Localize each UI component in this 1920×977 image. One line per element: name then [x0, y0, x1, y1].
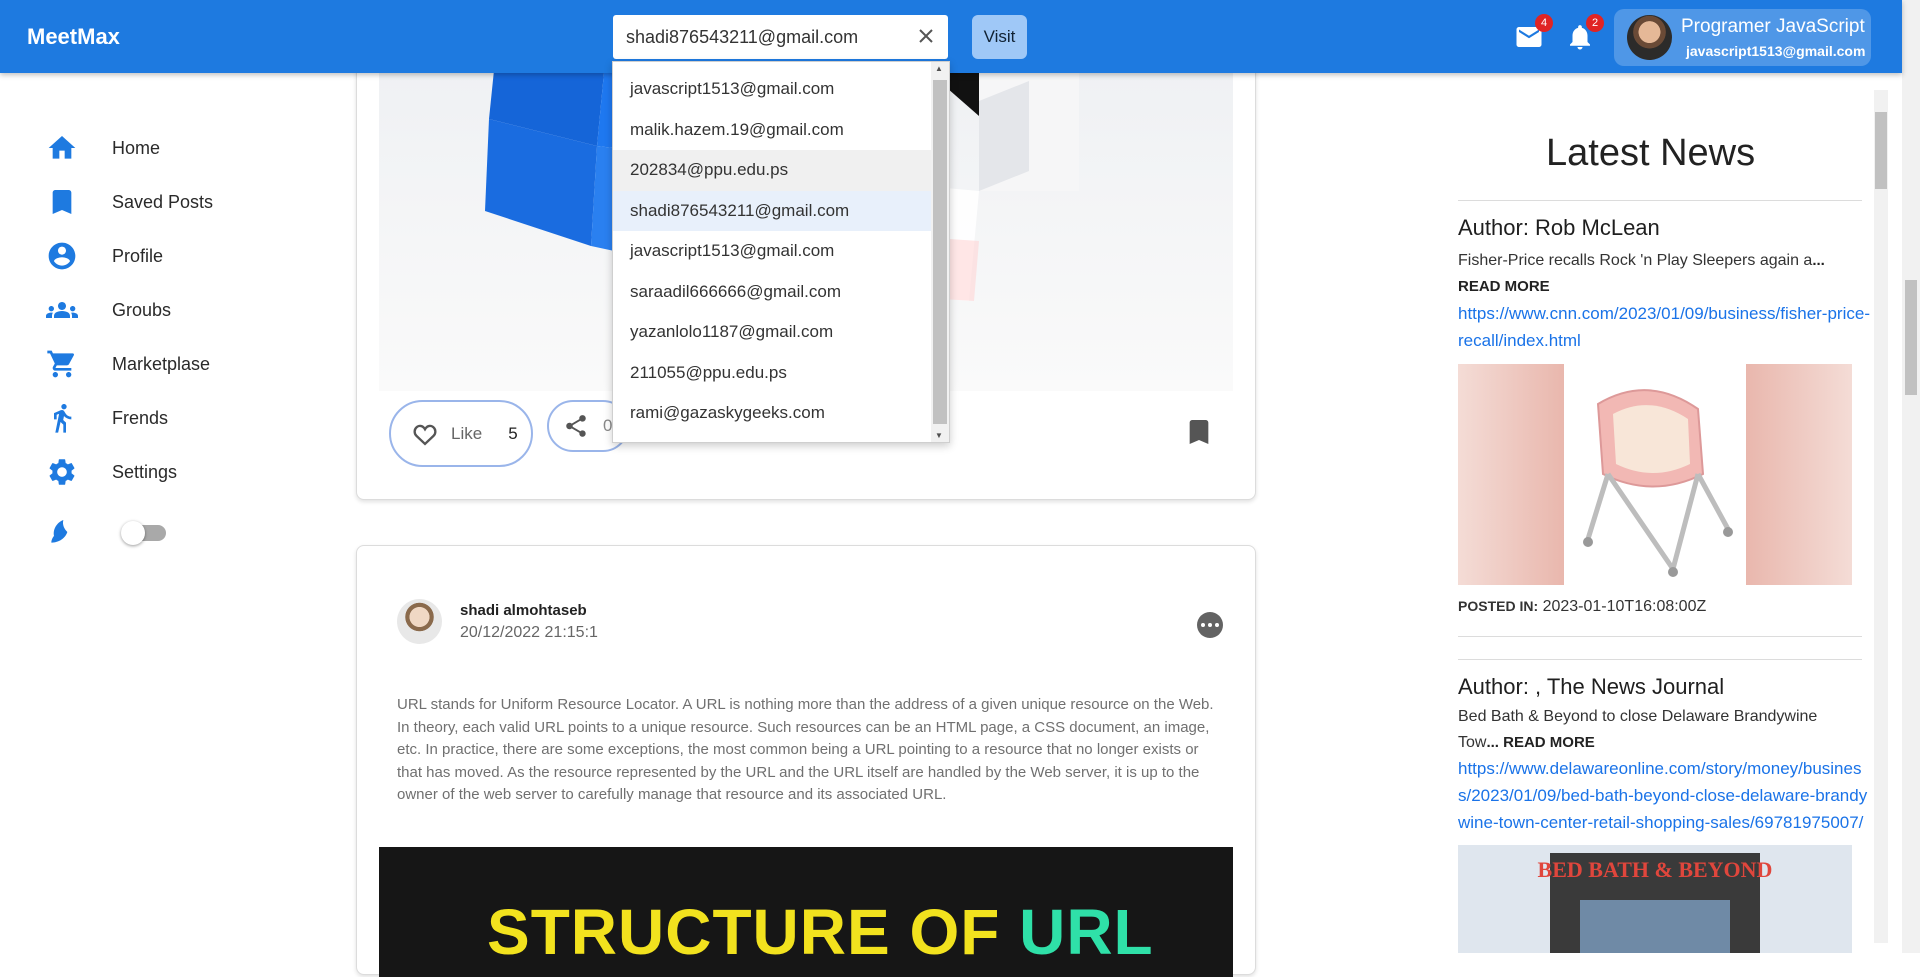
image-caption: STRUCTURE OF URL [487, 896, 1154, 968]
sidebar-item-home[interactable]: Home [46, 128, 306, 168]
notifications-button[interactable]: 2 [1565, 14, 1604, 52]
divider [1458, 659, 1862, 660]
account-circle-icon [48, 242, 76, 270]
sidebar-item-label: Home [112, 137, 161, 158]
svg-text:BED BATH & BEYOND: BED BATH & BEYOND [1538, 857, 1773, 882]
post-author[interactable]: shadi almohtaseb [460, 602, 587, 619]
news-description: Bed Bath & Beyond to close Delaware Bran… [1458, 708, 1818, 751]
share-icon [566, 415, 586, 437]
sleeper-image [1458, 364, 1852, 585]
search-input[interactable] [613, 26, 903, 48]
cart-icon [47, 350, 75, 378]
post-options-button[interactable] [1197, 612, 1223, 638]
visit-button[interactable]: Visit [972, 15, 1027, 59]
like-label: Like [451, 423, 483, 443]
sidebar-item-label: Marketplase [112, 353, 211, 374]
suggestion-item[interactable]: rami@gazaskygeeks.com [613, 393, 932, 434]
user-menu[interactable]: Programer JavaScript javascript1513@gmai… [1614, 9, 1871, 66]
suggestion-item[interactable]: saraadil666666@gmail.com [613, 272, 932, 313]
gear-icon [49, 459, 75, 485]
post-image: STRUCTURE OF URL [379, 847, 1233, 977]
news-link[interactable]: https://www.delawareonline.com/story/mon… [1458, 755, 1870, 836]
user-email: javascript1513@gmail.com [1686, 43, 1866, 59]
read-more-link[interactable]: ... READ MORE [1486, 734, 1594, 751]
brand-logo[interactable]: MeetMax [27, 24, 120, 50]
suggestion-list: javascript1513@gmail.com malik.hazem.19@g… [613, 69, 932, 434]
sidebar-item-label: Saved Posts [112, 191, 214, 212]
messages-badge: 4 [1535, 14, 1553, 32]
sidebar-item-settings[interactable]: Settings [46, 452, 306, 492]
divider [1458, 636, 1862, 637]
post-body: URL stands for Uniform Resource Locator.… [397, 696, 1214, 803]
suggestion-item[interactable]: javascript1513@gmail.com [613, 231, 932, 272]
latest-news-panel: Latest News Author: Rob McLean Fisher-Pr… [1440, 90, 1870, 953]
clear-icon[interactable] [914, 24, 938, 48]
suggestion-item[interactable]: javascript1513@gmail.com [613, 69, 932, 110]
sidebar-item-label: Profile [112, 245, 164, 266]
post-card: shadi almohtaseb 20/12/2022 21:15:1 URL … [356, 545, 1256, 977]
messages-button[interactable]: 4 [1514, 14, 1553, 52]
sidebar-item-groups[interactable]: Groubs [46, 290, 306, 330]
news-posted: POSTED IN: 2023-01-10T16:08:00Z [1458, 598, 1707, 615]
avatar [1627, 15, 1672, 60]
news-link[interactable]: https://www.cnn.com/2023/01/09/business/… [1458, 300, 1870, 354]
like-count: 5 [508, 423, 518, 443]
news-heading: Latest News [1546, 132, 1756, 174]
scrollbar-thumb[interactable] [933, 80, 947, 424]
post-date: 20/12/2022 21:15:1 [460, 624, 598, 641]
news-image: BED BATH & BEYOND [1458, 845, 1852, 953]
suggestions-scrollbar[interactable]: ▲ ▼ [931, 62, 949, 442]
sidebar-item-friends[interactable]: Frends [46, 398, 306, 438]
store-image: BED BATH & BEYOND [1458, 845, 1852, 953]
suggestion-item[interactable]: yazanlolo1187@gmail.com [613, 312, 932, 353]
sidebar-item-label: Groubs [112, 299, 172, 320]
window-scrollbar[interactable] [1902, 0, 1920, 953]
suggestion-item[interactable]: 202834@ppu.edu.ps [613, 150, 932, 191]
scroll-up-arrow[interactable]: ▲ [935, 64, 943, 73]
news-author: Author: , The News Journal [1458, 674, 1725, 699]
sidebar-item-label: Frends [112, 407, 169, 428]
toggle-knob [121, 521, 145, 545]
avatar[interactable] [397, 599, 442, 644]
user-name: Programer JavaScript [1681, 16, 1865, 37]
bookmark-icon [52, 190, 72, 214]
dark-mode-label [46, 512, 86, 552]
suggestion-item[interactable]: 211055@ppu.edu.ps [613, 353, 932, 394]
sidebar-item-profile[interactable]: Profile [46, 236, 306, 276]
scrollbar-thumb[interactable] [1905, 280, 1917, 395]
sidebar: Home Saved Posts Profile Groubs Marketpl… [0, 73, 340, 953]
bookmark-icon[interactable] [1183, 416, 1215, 448]
news-scrollbar[interactable] [1874, 90, 1888, 943]
scroll-down-arrow[interactable]: ▼ [935, 431, 943, 440]
search-suggestions: javascript1513@gmail.com malik.hazem.19@g… [612, 61, 950, 443]
notifications-badge: 2 [1586, 14, 1604, 32]
search-box[interactable] [613, 15, 948, 59]
home-icon [48, 136, 76, 159]
news-description: Fisher-Price recalls Rock 'n Play Sleepe… [1458, 252, 1825, 295]
sidebar-item-marketplace[interactable]: Marketplase [46, 344, 306, 384]
heart-icon [413, 424, 437, 446]
person-walking-icon [54, 404, 72, 433]
app-bar: MeetMax Visit 4 2 Programer JavaScript j… [0, 0, 1902, 73]
news-image [1458, 364, 1852, 585]
night-mode-icon [51, 520, 68, 543]
sidebar-item-saved-posts[interactable]: Saved Posts [46, 182, 306, 222]
suggestion-item[interactable]: shadi876543211@gmail.com [613, 190, 932, 231]
sidebar-item-label: Settings [112, 461, 178, 482]
scrollbar-thumb[interactable] [1875, 112, 1887, 189]
suggestion-item[interactable]: malik.hazem.19@gmail.com [613, 110, 932, 151]
dark-mode-toggle[interactable] [121, 521, 166, 545]
news-author: Author: Rob McLean [1458, 215, 1660, 240]
like-button[interactable]: Like 5 [389, 400, 533, 467]
groups-icon [46, 302, 78, 318]
divider [1458, 200, 1862, 201]
